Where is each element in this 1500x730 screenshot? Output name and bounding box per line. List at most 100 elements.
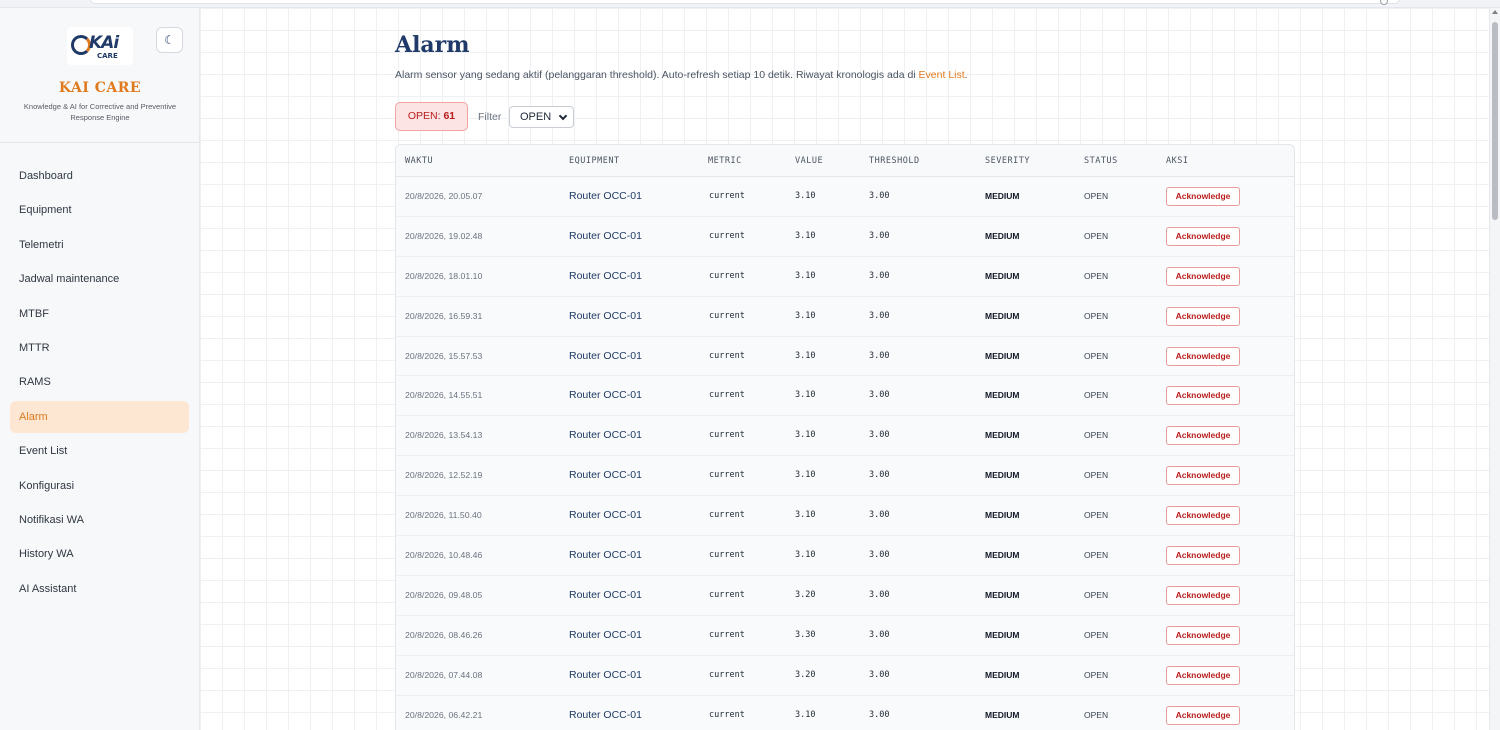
table-row: 20/8/2026, 06.42.21 Router OCC-01 current 3…	[396, 695, 1294, 730]
alarm-time: 20/8/2026, 18.01.10	[405, 270, 483, 281]
scrollbar-thumb[interactable]	[1492, 22, 1498, 220]
acknowledge-button[interactable]: Acknowledge	[1166, 585, 1240, 605]
threshold-cell: 3.00	[869, 550, 890, 561]
severity-cell: MEDIUM	[985, 470, 1020, 481]
page-scrollbar[interactable]	[1489, 8, 1500, 730]
column-header-aksi: AKSI	[1166, 156, 1189, 166]
logo-subtext: CARE	[97, 52, 118, 60]
alarm-time: 20/8/2026, 07.44.08	[405, 669, 483, 680]
sidebar-item-jadwal-maintenance[interactable]: Jadwal maintenance	[10, 263, 189, 295]
sidebar-item-alarm[interactable]: Alarm	[10, 400, 189, 433]
brand-title: KAI CARE	[58, 80, 142, 96]
metric-cell: current	[709, 589, 745, 600]
severity-cell: MEDIUM	[985, 191, 1020, 201]
threshold-cell: 3.00	[869, 310, 890, 321]
acknowledge-button[interactable]: Acknowledge	[1166, 187, 1240, 206]
acknowledge-button[interactable]: Acknowledge	[1166, 386, 1240, 406]
equipment-link[interactable]: Router OCC-01	[569, 469, 642, 481]
equipment-link[interactable]: Router OCC-01	[569, 709, 642, 721]
threshold-cell: 3.00	[869, 669, 890, 680]
status-cell: OPEN	[1084, 550, 1109, 561]
browser-address-bar[interactable]	[90, 0, 1400, 4]
acknowledge-button[interactable]: Acknowledge	[1166, 226, 1240, 246]
status-filter-select[interactable]: OPEN	[509, 106, 574, 128]
equipment-link[interactable]: Router OCC-01	[569, 629, 642, 641]
acknowledge-button[interactable]: Acknowledge	[1166, 546, 1240, 566]
main-content: Alarm Alarm sensor yang sedang aktif (pe…	[200, 8, 1489, 730]
table-row: 20/8/2026, 18.01.10 Router OCC-01 current 3…	[396, 256, 1294, 297]
sidebar-item-telemetri[interactable]: Telemetri	[10, 229, 189, 261]
metric-cell: current	[709, 230, 745, 241]
sidebar-item-rams[interactable]: RAMS	[10, 366, 189, 398]
acknowledge-button[interactable]: Acknowledge	[1166, 426, 1240, 446]
table-body: 20/8/2026, 20.05.07 Router OCC-01 current 3…	[396, 177, 1294, 730]
threshold-cell: 3.00	[869, 230, 890, 241]
sidebar-item-ai-assistant[interactable]: AI Assistant	[10, 573, 189, 605]
browser-status-dot	[1380, 0, 1388, 5]
acknowledge-button[interactable]: Acknowledge	[1166, 625, 1240, 645]
acknowledge-button[interactable]: Acknowledge	[1166, 306, 1240, 326]
page-title: Alarm	[395, 32, 470, 58]
equipment-link[interactable]: Router OCC-01	[569, 230, 642, 242]
alarm-time: 20/8/2026, 10.48.46	[405, 550, 483, 561]
scroll-up-arrow-icon[interactable]	[1492, 10, 1498, 14]
equipment-link[interactable]: Router OCC-01	[569, 429, 642, 441]
metric-cell: current	[709, 709, 745, 720]
status-cell: OPEN	[1084, 709, 1109, 720]
event-list-link[interactable]: Event List	[919, 69, 965, 81]
acknowledge-button[interactable]: Acknowledge	[1166, 705, 1240, 725]
value-cell: 3.10	[795, 390, 816, 401]
acknowledge-button[interactable]: Acknowledge	[1166, 506, 1240, 526]
acknowledge-button[interactable]: Acknowledge	[1166, 466, 1240, 486]
status-cell: OPEN	[1084, 230, 1109, 241]
equipment-link[interactable]: Router OCC-01	[569, 270, 642, 282]
table-row: 20/8/2026, 16.59.31 Router OCC-01 current 3…	[396, 296, 1294, 337]
brand-block: KAi CARE ☾ KAI CARE Knowledge & AI for C…	[0, 8, 199, 143]
theme-toggle-button[interactable]: ☾	[156, 27, 183, 53]
equipment-link[interactable]: Router OCC-01	[569, 350, 642, 362]
value-cell: 3.10	[795, 709, 816, 720]
status-cell: OPEN	[1084, 350, 1109, 361]
sidebar-item-event-list[interactable]: Event List	[10, 435, 189, 467]
value-cell: 3.10	[795, 510, 816, 521]
alarm-time: 20/8/2026, 20.05.07	[405, 191, 483, 201]
threshold-cell: 3.00	[869, 270, 890, 281]
table-row: 20/8/2026, 19.02.48 Router OCC-01 current 3…	[396, 216, 1294, 257]
status-cell: OPEN	[1084, 191, 1109, 201]
value-cell: 3.20	[795, 669, 816, 680]
equipment-link[interactable]: Router OCC-01	[569, 310, 642, 322]
sidebar-item-mtbf[interactable]: MTBF	[10, 298, 189, 330]
sidebar-item-dashboard[interactable]: Dashboard	[10, 160, 189, 192]
sidebar-item-notifikasi-wa[interactable]: Notifikasi WA	[10, 504, 189, 536]
equipment-link[interactable]: Router OCC-01	[569, 190, 642, 202]
kai-care-logo: KAi CARE	[67, 27, 133, 65]
equipment-link[interactable]: Router OCC-01	[569, 669, 642, 681]
status-cell: OPEN	[1084, 510, 1109, 521]
sidebar-item-mttr[interactable]: MTTR	[10, 332, 189, 364]
equipment-link[interactable]: Router OCC-01	[569, 549, 642, 561]
equipment-link[interactable]: Router OCC-01	[569, 589, 642, 601]
sidebar-item-history-wa[interactable]: History WA	[10, 538, 189, 570]
acknowledge-button[interactable]: Acknowledge	[1166, 665, 1240, 685]
metric-cell: current	[709, 191, 745, 201]
severity-cell: MEDIUM	[985, 350, 1020, 361]
threshold-cell: 3.00	[869, 510, 890, 521]
acknowledge-button[interactable]: Acknowledge	[1166, 266, 1240, 286]
value-cell: 3.10	[795, 270, 816, 281]
sidebar-item-equipment[interactable]: Equipment	[10, 194, 189, 226]
metric-cell: current	[709, 470, 745, 481]
filter-label: Filter	[478, 111, 502, 123]
sidebar: KAi CARE ☾ KAI CARE Knowledge & AI for C…	[0, 8, 200, 730]
equipment-link[interactable]: Router OCC-01	[569, 389, 642, 401]
metric-cell: current	[709, 270, 745, 281]
sidebar-item-konfigurasi[interactable]: Konfigurasi	[10, 470, 189, 502]
column-header-metric: METRIC	[708, 156, 742, 166]
acknowledge-button[interactable]: Acknowledge	[1166, 346, 1240, 366]
metric-cell: current	[709, 550, 745, 561]
open-count-badge: OPEN: 61	[395, 102, 468, 131]
severity-cell: MEDIUM	[985, 510, 1020, 521]
equipment-link[interactable]: Router OCC-01	[569, 509, 642, 521]
severity-cell: MEDIUM	[985, 550, 1020, 561]
table-row: 20/8/2026, 14.55.51 Router OCC-01 current 3…	[396, 376, 1294, 417]
logo-wordmark: KAi	[89, 33, 119, 53]
